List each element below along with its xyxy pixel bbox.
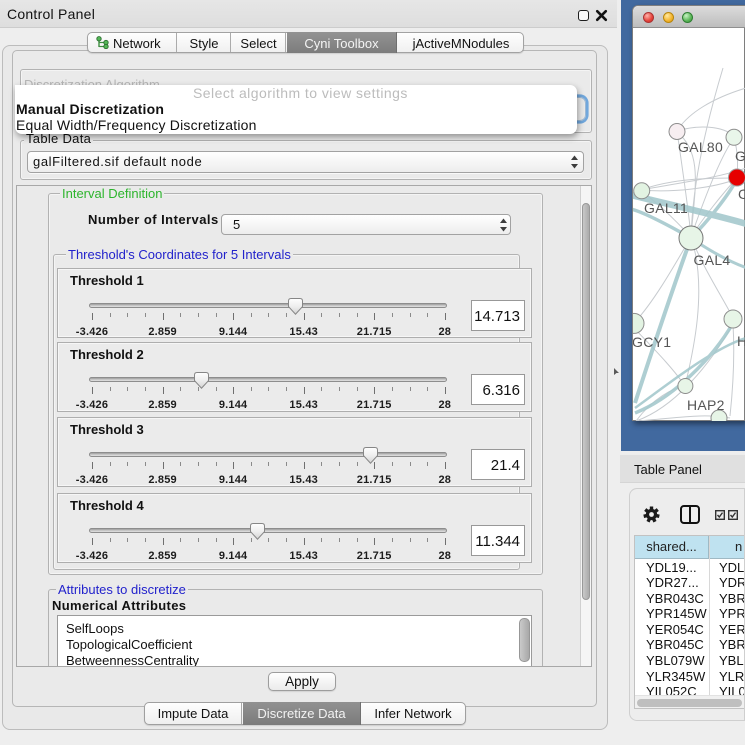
svg-text:GAL80: GAL80	[678, 139, 723, 155]
svg-text:C: C	[738, 186, 745, 202]
svg-text:H: H	[737, 333, 745, 349]
svg-text:GAL11: GAL11	[644, 200, 688, 216]
svg-text:GAL4: GAL4	[694, 252, 731, 268]
svg-text:GA: GA	[735, 148, 745, 164]
svg-text:GCY1: GCY1	[633, 334, 671, 350]
svg-text:HAP2: HAP2	[687, 397, 725, 413]
